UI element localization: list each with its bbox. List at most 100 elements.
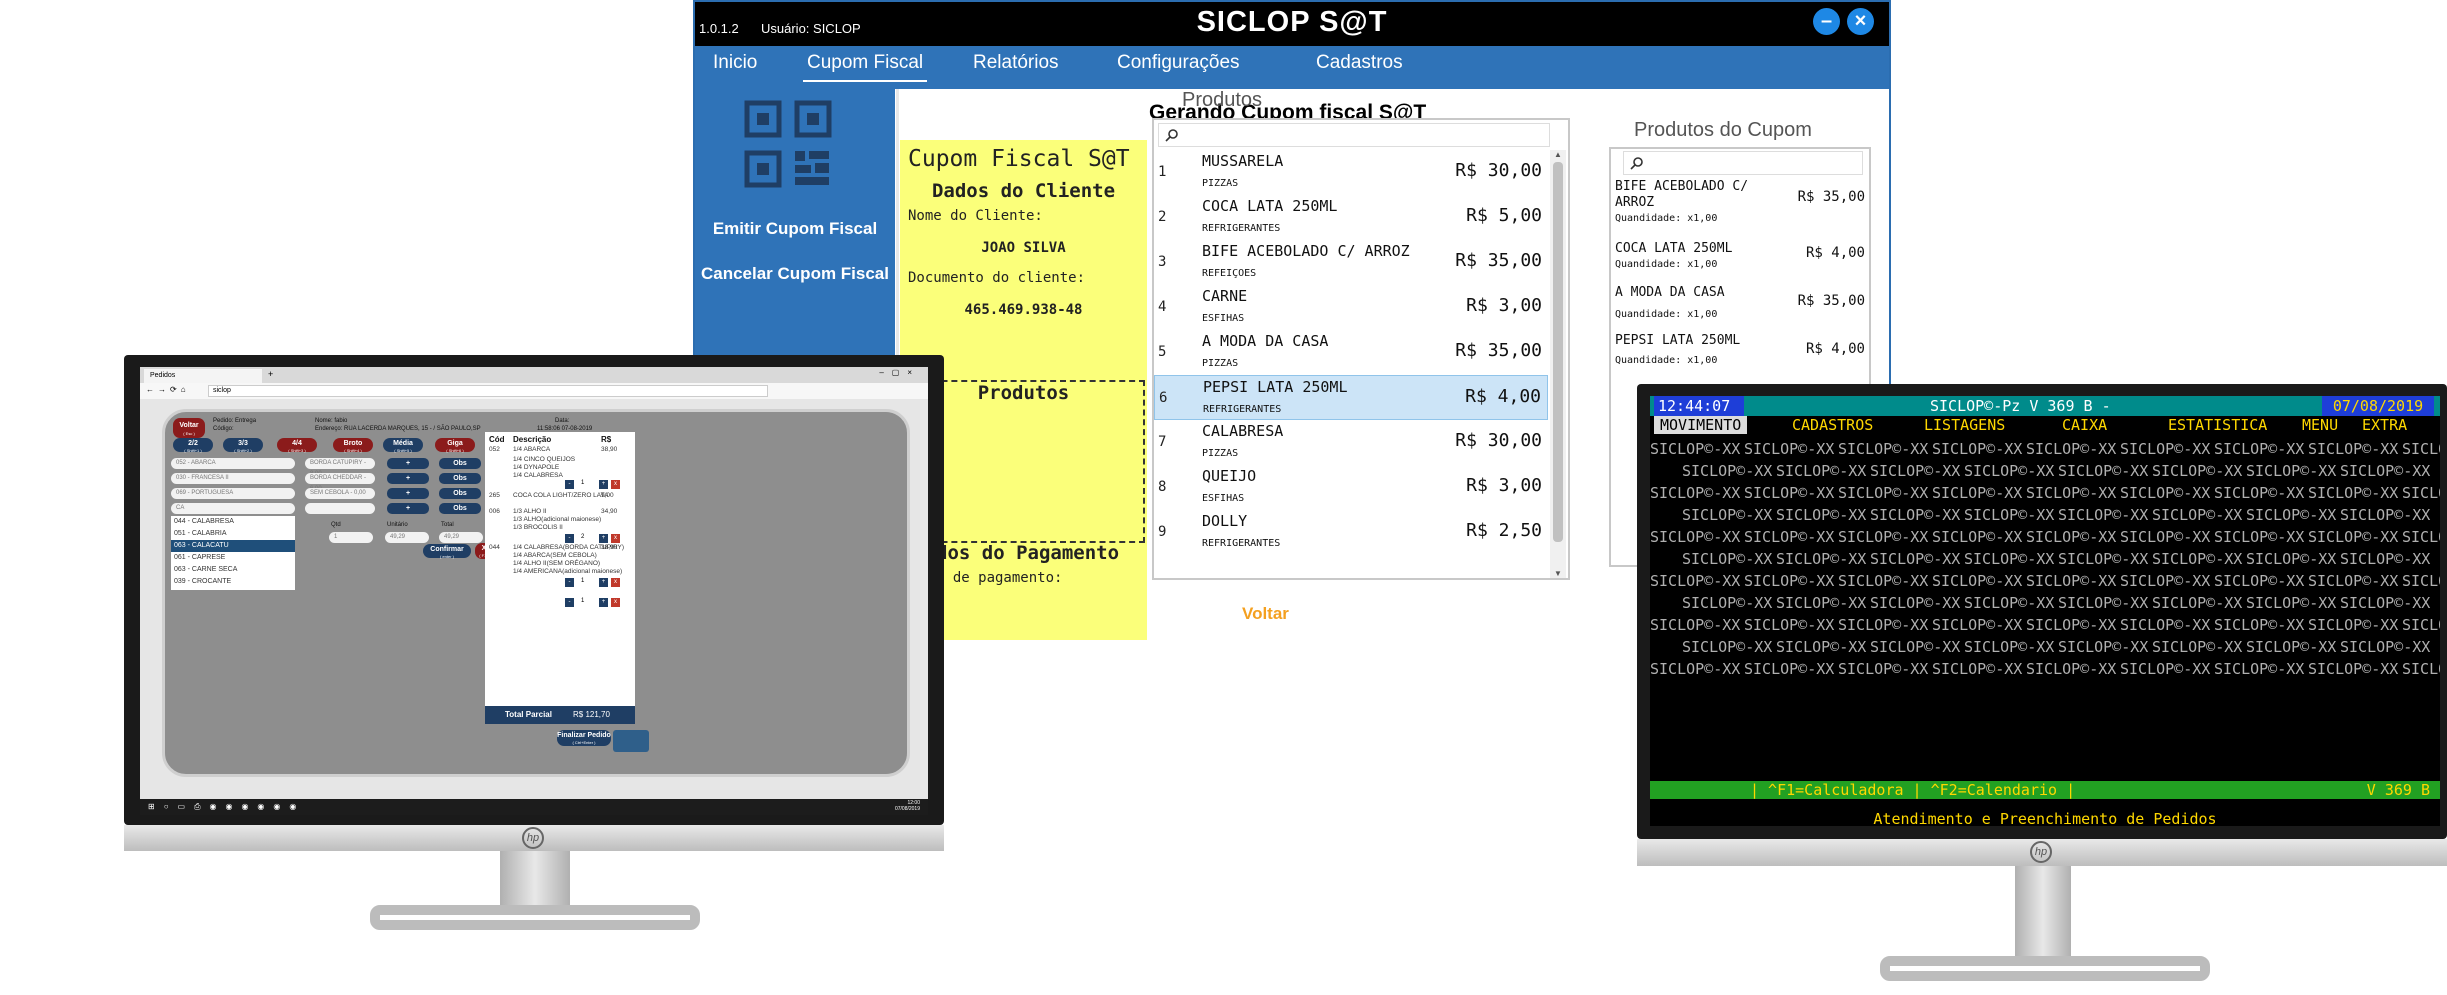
border-select[interactable] [305,503,375,514]
product-row[interactable]: 8 QUEIJO ESFIHAS R$ 3,00 [1154,465,1548,510]
products-scrollbar[interactable]: ▲ ▼ [1550,150,1566,578]
border-select[interactable]: SEM CEBOLA - 0,00 [305,488,375,499]
add-button[interactable]: + [387,473,429,484]
add-button[interactable]: + [387,458,429,469]
product-row[interactable]: 3 BIFE ACEBOLADO C/ ARROZ REFEIÇOES R$ 35,0… [1154,240,1548,285]
increment-icon[interactable]: + [599,578,608,587]
decrement-icon[interactable]: - [565,480,574,489]
increment-icon[interactable]: + [599,480,608,489]
flavor-field[interactable]: 069 - PORTUGUESA [171,488,295,499]
remove-icon[interactable]: x [611,578,620,587]
increment-icon[interactable]: + [599,534,608,543]
product-row-selected[interactable]: 6 PEPSI LATA 250ML REFRIGERANTES R$ 4,00 [1154,375,1548,420]
product-row[interactable]: 2 COCA LATA 250ML REFRIGERANTES R$ 5,00 [1154,195,1548,240]
border-select[interactable]: BORDA CATUPIRY - 8,00 [305,458,375,477]
menu-cadastros[interactable]: Cadastros [1312,52,1407,80]
size-giga-button[interactable]: Giga( Shift+6 ) [435,438,475,453]
cupom-search-input[interactable] [1623,151,1863,175]
dropdown-option-selected[interactable]: 063 - CALACATU [171,540,295,552]
dropdown-option[interactable]: 039 - CROCANTE [171,576,295,588]
menu-caixa[interactable]: CAIXA [2062,416,2107,434]
watermark-text: SICLOP©-XX [2246,550,2337,568]
product-search-input[interactable] [1158,123,1550,147]
flavor-field[interactable]: 030 - FRANCESA II [171,473,295,484]
new-tab-icon[interactable]: + [268,369,273,379]
menu-movimento[interactable]: MOVIMENTO [1654,416,1748,434]
flavor-field[interactable]: 052 - ABARCA [171,458,295,469]
minimize-icon[interactable]: – [1813,8,1840,35]
size-3-3-button[interactable]: 3/3( Shift+2 ) [223,438,263,453]
menu-relatorios[interactable]: Relatórios [969,52,1063,80]
menu-menu[interactable]: MENU [2302,416,2338,434]
browser-tab[interactable]: Pedidos [144,369,262,383]
menu-cupom-fiscal[interactable]: Cupom Fiscal [803,52,928,82]
watermark-text: SICLOP©-XX [1870,506,1961,524]
window-controls-icon[interactable]: –▢× [879,368,920,377]
product-row[interactable]: 7 CALABRESA PIZZAS R$ 30,00 [1154,420,1548,465]
products-list: 1 MUSSARELA PIZZAS R$ 30,00 2 COCA LATA 250ML… [1152,118,1570,580]
emit-cupom-link[interactable]: Emitir Cupom Fiscal [695,219,895,239]
back-button[interactable]: Voltar ( Esc ) [173,418,205,438]
decrement-icon[interactable]: - [565,578,574,587]
qty-stepper[interactable]: - 1 + x [565,480,625,489]
nav-arrows-icon[interactable]: ←→⟳⌂ [146,385,190,394]
increment-icon[interactable]: + [599,598,608,607]
qty-stepper[interactable]: - 1 + x [565,598,625,607]
dropdown-option[interactable]: 061 - CAPRESE [171,552,295,564]
taskbar-icons[interactable]: ⊞○▭⎙◉◉◉◉◉◉ [148,802,305,812]
menu-cadastros[interactable]: CADASTROS [1792,416,1873,434]
add-button[interactable]: + [387,503,429,514]
cancel-cupom-link[interactable]: Cancelar Cupom Fiscal [695,264,895,284]
border-select[interactable]: BORDA CHEDDAR - 6,00 [305,473,375,492]
size-4-4-button[interactable]: 4/4( Shift+3 ) [277,438,317,453]
size-label: Média [393,440,413,447]
obs-button[interactable]: Obs [439,473,481,484]
product-row[interactable]: 5 A MODA DA CASA PIZZAS R$ 35,00 [1154,330,1548,375]
qty-input[interactable]: 1 [329,532,373,543]
obs-button[interactable]: Obs [439,503,481,514]
close-icon[interactable]: × [1847,8,1874,35]
decrement-icon[interactable]: - [565,598,574,607]
qty-stepper[interactable]: - 1 + x [565,578,625,587]
obs-button[interactable]: Obs [439,488,481,499]
menu-configuracoes[interactable]: Configurações [1113,52,1244,80]
watermark-text: SICLOP©-XX [1776,462,1867,480]
flavor-search-input[interactable]: CA [171,503,295,514]
size-broto-button[interactable]: Broto( Shift+4 ) [333,438,373,453]
size-media-button[interactable]: Média( Shift+5 ) [383,438,423,453]
remove-icon[interactable]: x [611,598,620,607]
back-button[interactable]: Voltar [1242,604,1289,624]
finalize-order-button[interactable]: Finalizar Pedido( Ctrl+Enter ) [557,730,611,746]
flavor-dropdown: 044 - CALABRESA 051 - CALABRIA 063 - CAL… [171,516,295,590]
dropdown-option[interactable]: 051 - CALABRIA [171,528,295,540]
product-price: R$ 5,00 [1466,205,1542,226]
size-2-2-button[interactable]: 2/2( Shift+1 ) [173,438,213,453]
decrement-icon[interactable]: - [565,534,574,543]
product-row[interactable]: 9 DOLLY REFRIGERANTES R$ 2,50 [1154,510,1548,555]
address-input[interactable]: siclop [208,385,768,397]
confirm-button[interactable]: Confirmar( enter ) [423,544,471,559]
menu-estatistica[interactable]: ESTATISTICA [2168,416,2267,434]
function-keys[interactable]: | ^F1=Calculadora | ^F2=Calendario | [1750,781,2075,799]
scroll-thumb[interactable] [1553,162,1563,542]
terminal-version: V 369 B [2366,781,2430,799]
remove-icon[interactable]: x [611,534,620,543]
terminal-screen: 12:44:07 SICLOP©-Pz V 369 B - 07/08/2019… [1650,396,2440,826]
order-code: 052 [489,446,500,453]
qty-stepper[interactable]: - 2 + x [565,534,625,543]
menu-listagens[interactable]: LISTAGENS [1924,416,2005,434]
dropdown-option[interactable]: 044 - CALABRESA [171,516,295,528]
product-row[interactable]: 4 CARNE ESFIHAS R$ 3,00 [1154,285,1548,330]
remove-icon[interactable]: x [611,480,620,489]
watermark-text: SICLOP©-XX [2058,550,2149,568]
scroll-up-icon[interactable]: ▲ [1554,150,1562,159]
scroll-down-icon[interactable]: ▼ [1554,569,1562,578]
product-row[interactable]: 1 MUSSARELA PIZZAS R$ 30,00 [1154,150,1548,195]
menu-inicio[interactable]: Inicio [709,52,761,80]
dropdown-option[interactable]: 063 - CARNE SECA [171,564,295,576]
product-name: PEPSI LATA 250ML [1203,378,1348,396]
obs-button[interactable]: Obs [439,458,481,469]
menu-extra[interactable]: EXTRA [2362,416,2407,434]
add-button[interactable]: + [387,488,429,499]
watermark-text: SICLOP©-XX [1838,572,1929,590]
